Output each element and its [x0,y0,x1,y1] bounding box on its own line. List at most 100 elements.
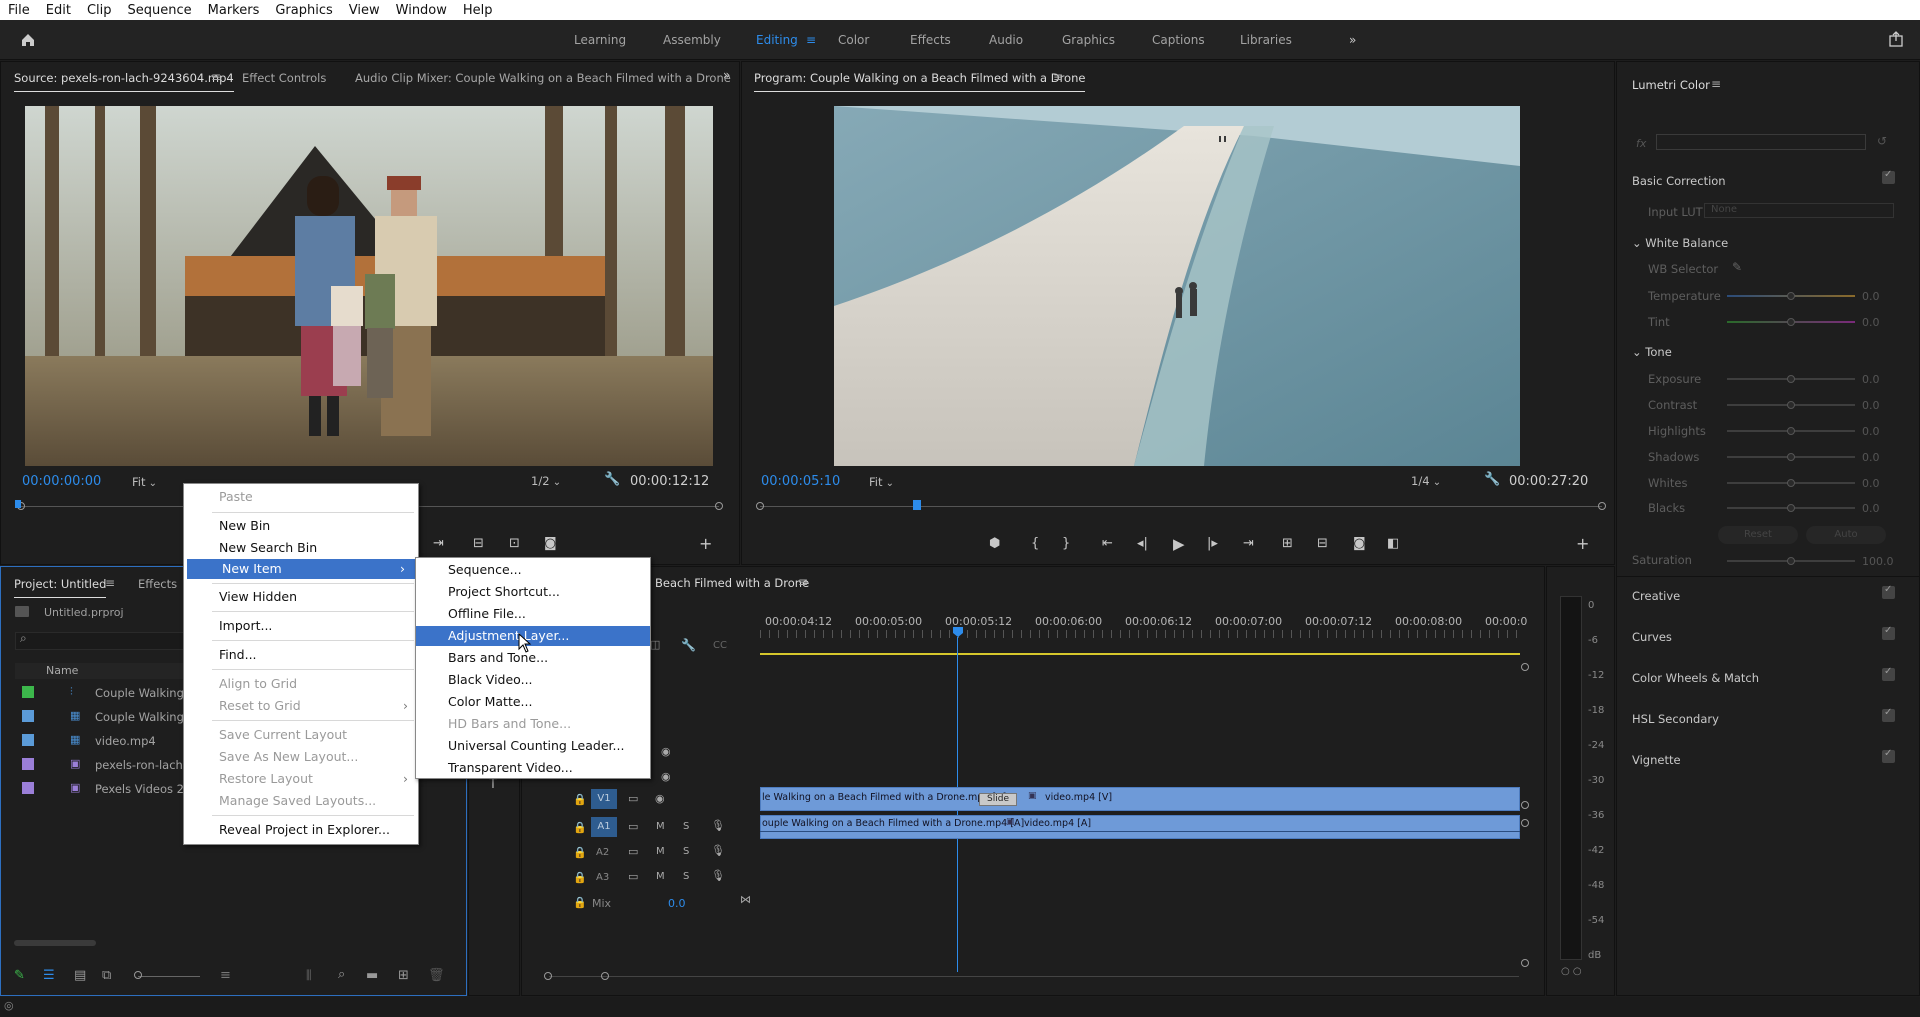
program-wrench-icon[interactable]: 🔧 [1484,472,1500,487]
tab-audio[interactable]: Audio [989,33,1023,47]
share-icon[interactable] [1888,31,1904,47]
tint-slider[interactable] [1727,318,1855,326]
tab-assembly[interactable]: Assembly [663,33,721,47]
blacks-slider[interactable] [1727,504,1855,512]
menu-item-import[interactable]: Import... [184,616,418,636]
menu-item-save-as-new-layout[interactable]: Save As New Layout... [184,747,418,767]
highlights-knob[interactable] [1787,427,1795,435]
a3-lock-icon[interactable]: 🔒 [573,871,587,884]
contrast-slider[interactable] [1727,401,1855,409]
menu-clip[interactable]: Clip [79,3,120,18]
tint-value[interactable]: 0.0 [1862,316,1880,329]
zoom-slider[interactable] [138,976,200,977]
white-balance-header[interactable]: ⌄ White Balance [1632,236,1728,250]
menu-item-find[interactable]: Find... [184,645,418,665]
submenu-item-project-shortcut[interactable]: Project Shortcut... [416,582,650,602]
a1-mic-icon[interactable]: 🎙 [711,819,725,832]
contrast-value[interactable]: 0.0 [1862,399,1880,412]
program-add-button[interactable]: + [1576,534,1589,553]
a3-solo-button[interactable]: S [683,871,689,882]
a1-lock-icon[interactable]: 🔒 [573,821,587,834]
tab-graphics[interactable]: Graphics [1062,33,1115,47]
tab-effects[interactable]: Effects [910,33,951,47]
lumetri-menu-icon[interactable]: ≡ [1711,77,1721,91]
a2-solo-button[interactable]: S [683,846,689,857]
tab-project[interactable]: Project: Untitled [14,577,107,598]
project-menu-icon[interactable]: ≡ [105,576,115,590]
tab-editing[interactable]: Editing [756,33,798,47]
color-wheels-checkbox[interactable] [1882,666,1895,681]
source-timecode[interactable]: 00:00:00:00 [22,474,101,489]
menu-item-restore-layout[interactable]: Restore Layout [184,769,418,789]
whites-slider[interactable] [1727,479,1855,487]
highlights-value[interactable]: 0.0 [1862,425,1880,438]
submenu-item-adjustment-layer[interactable]: Adjustment Layer... [416,626,650,646]
v2-eye-icon[interactable]: ◉ [661,770,671,783]
submenu-item-bars-and-tone[interactable]: Bars and Tone... [416,648,650,668]
source-panel-menu-icon[interactable]: ≡ [211,70,221,84]
project-scrollbar[interactable] [14,940,96,946]
menu-sequence[interactable]: Sequence [120,3,200,18]
menu-item-new-item[interactable]: New Item [187,559,415,579]
eyedropper-icon[interactable]: ✎ [1732,260,1742,274]
timeline-vscroll-handle-2[interactable] [1521,819,1529,827]
lumetri-title[interactable]: Lumetri Color [1632,78,1710,92]
source-add-button[interactable]: + [699,534,712,553]
contrast-knob[interactable] [1787,401,1795,409]
tab-learning[interactable]: Learning [574,33,626,47]
solo-meter-buttons[interactable]: ○ ○ [1561,966,1582,977]
menu-item-save-current-layout[interactable]: Save Current Layout [184,725,418,745]
source-wrench-icon[interactable]: 🔧 [604,472,620,487]
menu-item-new-bin[interactable]: New Bin [184,516,418,536]
a2-track-label[interactable]: A2 [596,847,609,858]
tab-color[interactable]: Color [838,33,869,47]
temperature-knob[interactable] [1787,292,1795,300]
a1-mute-button[interactable]: M [656,821,665,832]
work-area-bar[interactable] [760,653,1520,655]
program-resolution-dropdown[interactable]: 1/4 [1411,474,1441,488]
mark-in-icon[interactable]: { [1031,536,1039,551]
timeline-vscroll-bottom[interactable] [1521,959,1529,967]
a3-mic-icon[interactable]: 🎙 [711,869,725,882]
extract-icon[interactable]: ⊟ [1317,536,1328,551]
tab-effects-panel[interactable]: Effects [138,577,177,591]
menu-window[interactable]: Window [388,3,455,18]
a1-solo-button[interactable]: S [683,821,689,832]
menu-item-new-search-bin[interactable]: New Search Bin [184,538,418,558]
program-scrub-bar[interactable] [760,506,1602,507]
snap-icon[interactable]: ◫ [650,638,660,651]
submenu-item-black-video[interactable]: Black Video... [416,670,650,690]
source-fit-dropdown[interactable]: Fit [132,475,157,489]
menu-item-manage-saved-layouts[interactable]: Manage Saved Layouts... [184,791,418,811]
v3-eye-icon[interactable]: ◉ [661,745,671,758]
source-go-to-out-icon[interactable]: ⇥ [433,536,444,551]
menu-item-paste[interactable]: Paste [184,487,418,507]
timeline-hscroll[interactable] [549,976,1519,977]
tab-captions[interactable]: Captions [1152,33,1205,47]
type-tool-icon[interactable]: T [489,777,497,792]
tint-knob[interactable] [1787,318,1795,326]
source-export-frame-icon[interactable]: ◙ [544,536,557,551]
lumetri-clip-dropdown[interactable] [1656,134,1866,150]
icon-view-icon[interactable]: ▤ [74,968,86,983]
program-scrub-end-handle[interactable] [1598,502,1606,510]
pencil-icon[interactable]: ✎ [14,968,25,983]
curves-checkbox[interactable] [1882,625,1895,640]
program-monitor-title[interactable]: Program: Couple Walking on a Beach Filme… [754,71,1086,92]
automate-icon[interactable]: ⫼ [306,968,312,983]
shadows-slider[interactable] [1727,453,1855,461]
program-scrub-start-handle[interactable] [756,502,764,510]
menu-graphics[interactable]: Graphics [267,3,340,18]
highlights-slider[interactable] [1727,427,1855,435]
submenu-item-hd-bars-and-tone[interactable]: HD Bars and Tone... [416,714,650,734]
slide-transition[interactable]: Slide [979,793,1017,806]
sequence-menu-icon[interactable]: ≡ [798,575,808,589]
saturation-slider[interactable] [1727,557,1855,565]
a3-mute-button[interactable]: M [656,871,665,882]
tab-source[interactable]: Source: pexels-ron-lach-9243604.mp4 [14,71,234,92]
menu-file[interactable]: File [0,3,38,18]
menu-item-reset-to-grid[interactable]: Reset to Grid [184,696,418,716]
menu-edit[interactable]: Edit [38,3,79,18]
menu-item-view-hidden[interactable]: View Hidden [184,587,418,607]
temperature-value[interactable]: 0.0 [1862,290,1880,303]
